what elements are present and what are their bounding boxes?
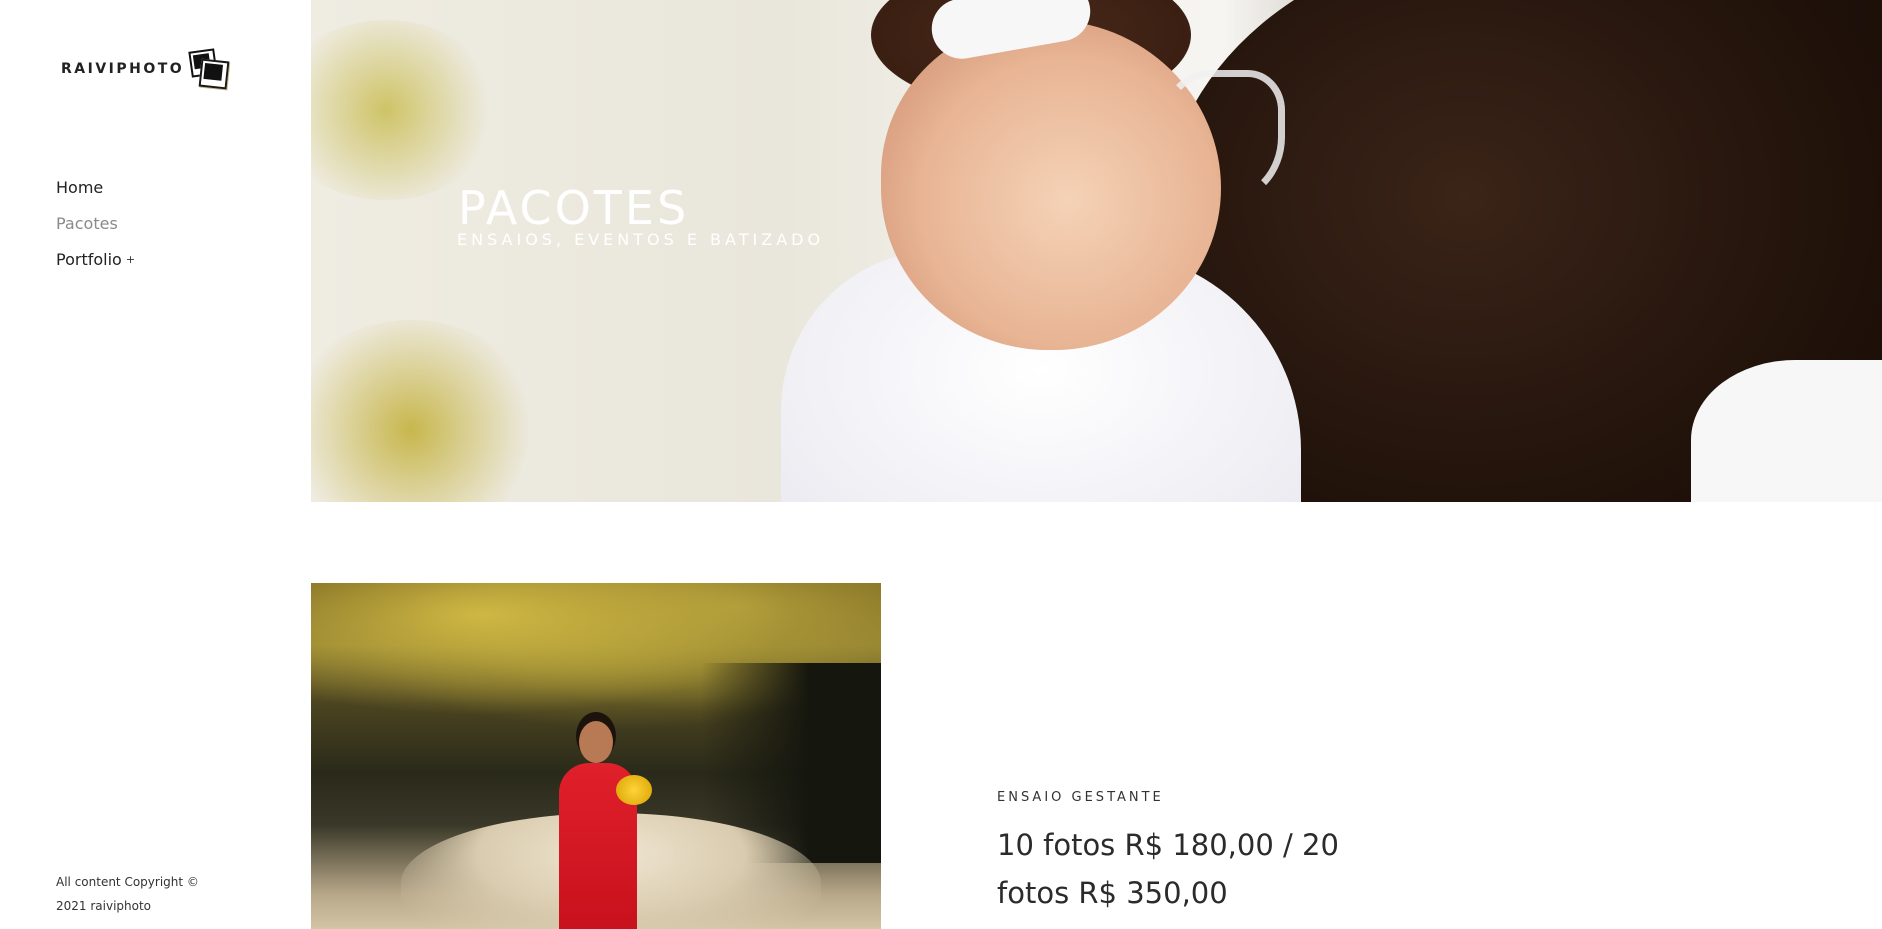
package-info: ENSAIO GESTANTE 10 fotos R$ 180,00 / 20 … (997, 790, 1417, 917)
nav-item-portfolio[interactable]: Portfolio + (56, 242, 135, 278)
nav-item-home[interactable]: Home (56, 170, 135, 206)
package-price-line-1: 10 fotos R$ 180,00 / 20 (997, 828, 1339, 862)
polaroid-photos-icon (188, 48, 230, 90)
photo-bouquet (616, 775, 652, 805)
nav-item-label: Portfolio (56, 250, 122, 269)
page-subtitle: ENSAIOS, EVENTOS E BATIZADO (457, 230, 825, 249)
hero-banner: PACOTES ENSAIOS, EVENTOS E BATIZADO (311, 0, 1882, 502)
copyright-line-2: 2021 raiviphoto (56, 899, 152, 913)
page-title: PACOTES (458, 180, 690, 235)
nav-item-pacotes[interactable]: Pacotes (56, 206, 135, 242)
nav-item-label: Pacotes (56, 214, 118, 233)
logo-text: RAIVIPHOTO (61, 61, 185, 77)
nav-item-label: Home (56, 178, 104, 197)
main-nav: Home Pacotes Portfolio + (56, 170, 135, 278)
photo-woman-head (579, 721, 613, 763)
hero-foliage (311, 20, 501, 200)
package-label: ENSAIO GESTANTE (997, 790, 1164, 805)
page: RAIVIPHOTO Home Pacotes Portfolio + All … (0, 0, 1882, 929)
sidebar: RAIVIPHOTO Home Pacotes Portfolio + All … (0, 0, 310, 929)
site-logo[interactable]: RAIVIPHOTO (61, 48, 230, 90)
package-photo (311, 583, 881, 929)
expand-plus-icon[interactable]: + (126, 242, 135, 278)
hero-foliage (311, 320, 541, 502)
hero-baby-face (881, 20, 1221, 350)
hero-glasses (1161, 70, 1285, 204)
copyright-notice: All content Copyright © 2021 raiviphoto (56, 870, 216, 918)
package-price-line-2: fotos R$ 350,00 (997, 876, 1228, 910)
copyright-line-1: All content Copyright © (56, 875, 199, 889)
